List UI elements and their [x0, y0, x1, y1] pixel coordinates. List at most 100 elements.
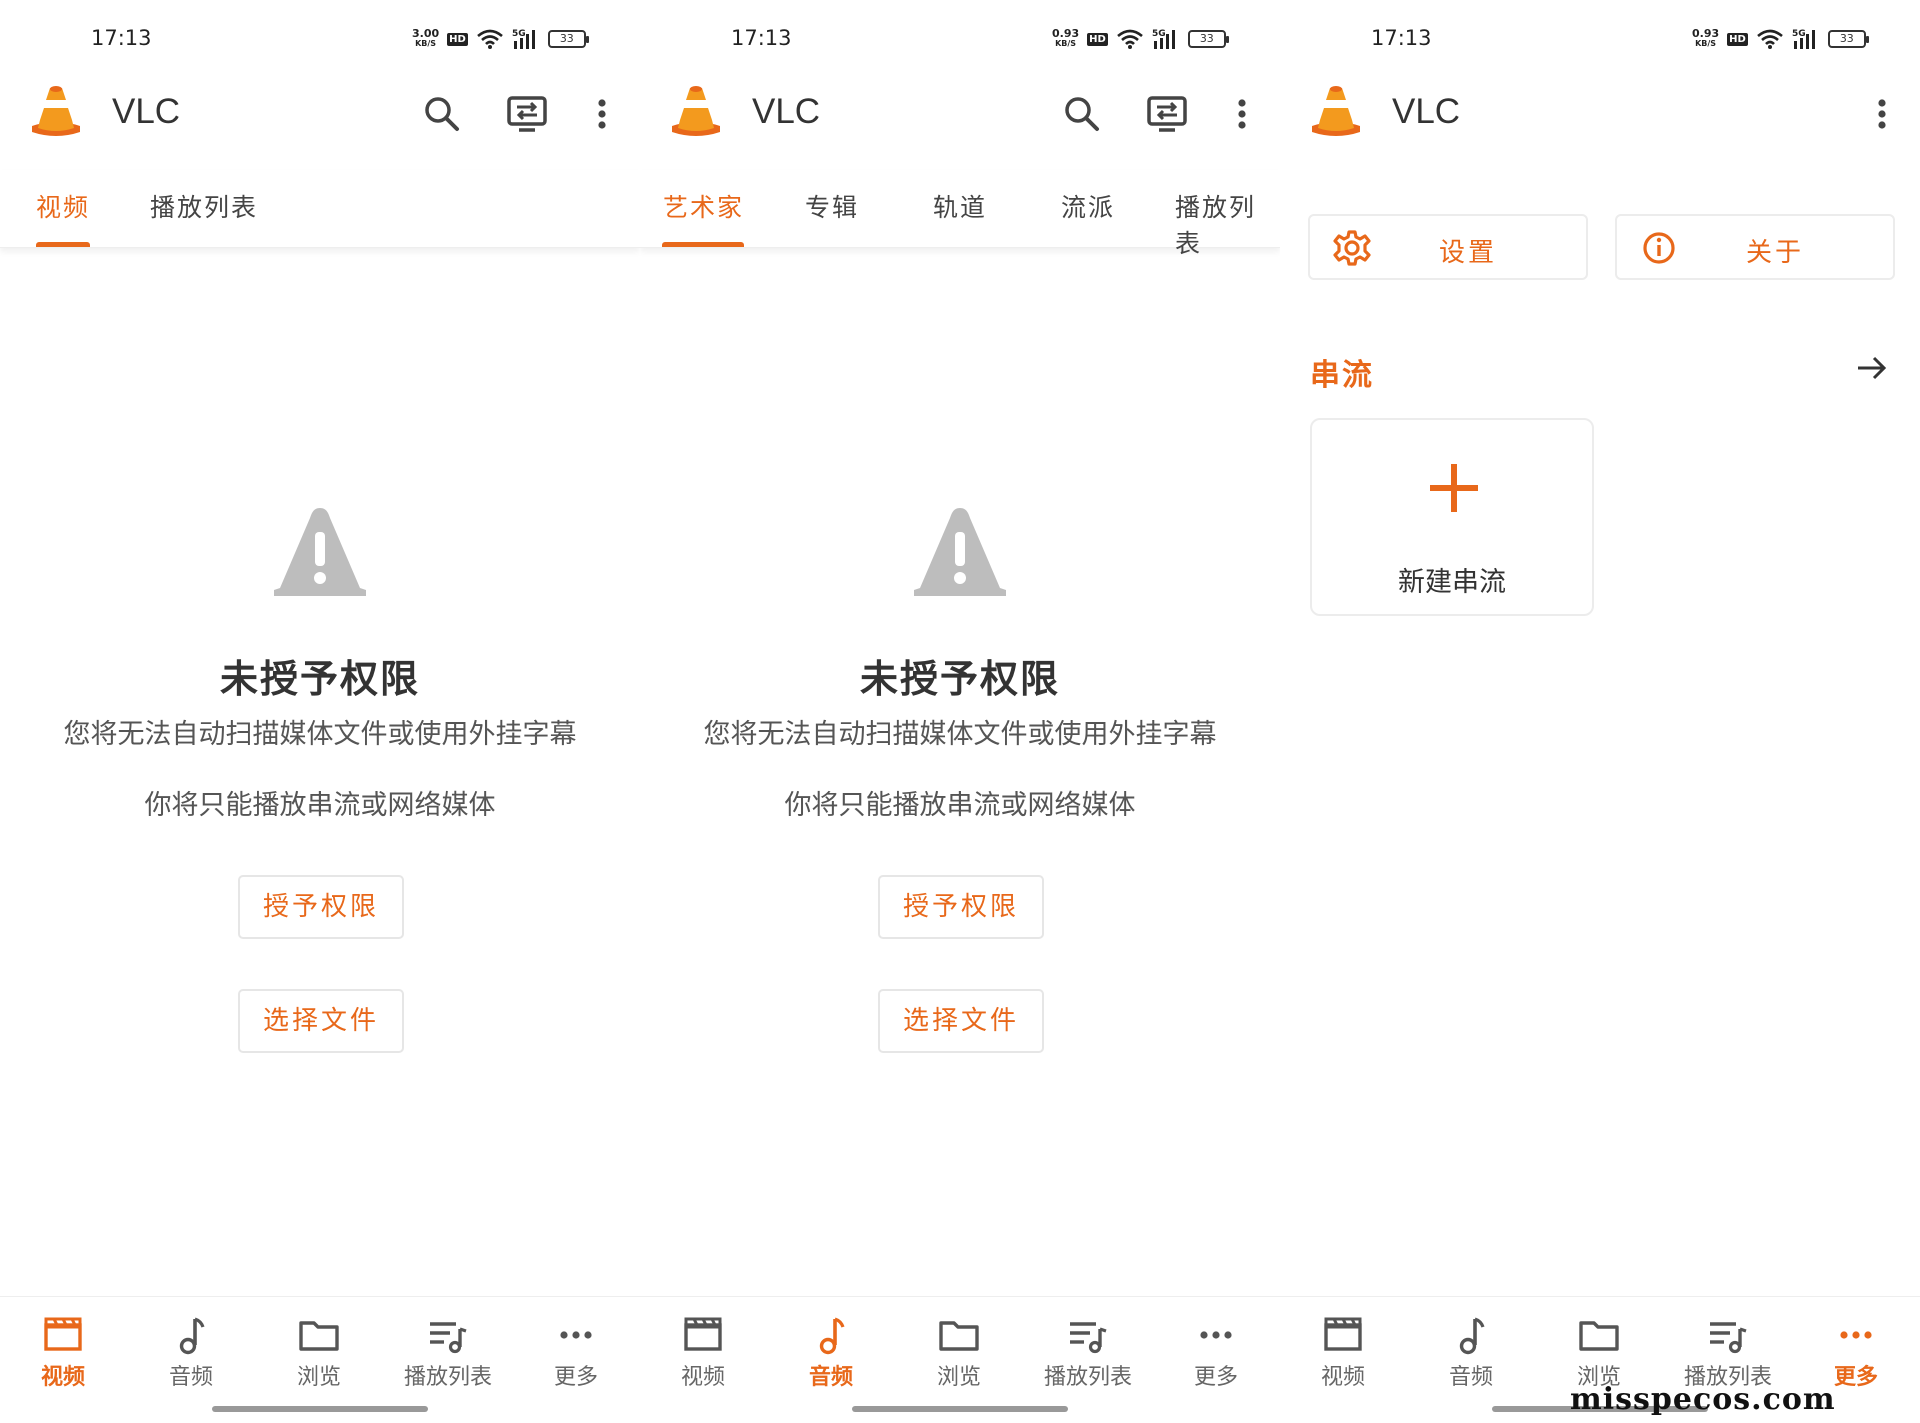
nav-label: 视频 [1320, 1365, 1365, 1390]
overflow-menu-button[interactable] [1860, 92, 1904, 136]
status-time: 17:13 [1371, 26, 1432, 50]
renderer-button[interactable] [505, 92, 549, 136]
overflow-menu-button[interactable] [580, 92, 624, 136]
tab-video[interactable]: 视频 [36, 188, 90, 224]
app-title: VLC [752, 92, 821, 131]
signal-5g-icon [512, 28, 540, 50]
nav-label: 视频 [40, 1365, 85, 1390]
app-bar: VLC [1280, 80, 1920, 148]
home-indicator[interactable] [852, 1406, 1068, 1412]
tab-playlist[interactable]: 播放列表 [150, 188, 258, 224]
renderer-icon [505, 92, 549, 136]
search-button[interactable] [1060, 92, 1104, 136]
video-icon [1321, 1315, 1365, 1355]
playlist-icon [426, 1315, 470, 1355]
warning-icon [910, 504, 1010, 600]
tab-indicator [662, 242, 744, 247]
vlc-logo-icon [1310, 82, 1362, 140]
nav-playlists[interactable]: 播放列表 [1668, 1315, 1788, 1391]
stream-section-title: 串流 [1310, 358, 1374, 393]
vlc-logo-icon [30, 82, 82, 140]
new-stream-label: 新建串流 [1398, 567, 1506, 598]
nav-video[interactable]: 视频 [643, 1315, 763, 1391]
battery-icon: 33 [1827, 30, 1869, 48]
plus-icon [1430, 464, 1478, 512]
screen-video: 17:13 3.00 KB/S HD 33 VLC 视频 播放列表 未授予权限 您… [0, 0, 640, 1423]
nav-label: 播放列表 [403, 1365, 492, 1390]
playlist-icon [1706, 1315, 1750, 1355]
nav-playlists[interactable]: 播放列表 [1028, 1315, 1148, 1391]
empty-message-secondary: 你将只能播放串流或网络媒体 [784, 790, 1136, 821]
screen-more: 17:13 0.93 KB/S HD 33 VLC 设置 关于 串流 新建串流 … [1280, 0, 1920, 1423]
nav-more[interactable]: 更多 [1796, 1315, 1916, 1391]
stream-see-all-button[interactable] [1850, 346, 1894, 390]
nav-audio[interactable]: 音频 [131, 1315, 251, 1391]
nav-video[interactable]: 视频 [3, 1315, 123, 1391]
nav-browse[interactable]: 浏览 [1539, 1315, 1659, 1391]
watermark-text: misspecos.com [1570, 1382, 1836, 1417]
more-dots-icon [554, 1315, 598, 1355]
tab-tracks[interactable]: 轨道 [933, 188, 987, 224]
settings-button[interactable]: 设置 [1308, 214, 1588, 280]
status-bar: 17:13 3.00 KB/S HD 33 [0, 26, 640, 56]
tab-genres[interactable]: 流派 [1061, 188, 1115, 224]
music-note-icon [1449, 1315, 1493, 1355]
arrow-right-icon [1858, 356, 1887, 380]
tab-bar: 艺术家 专辑 轨道 流派 播放列表 [640, 170, 1280, 258]
more-vert-icon [580, 92, 624, 136]
nav-label: 音频 [1448, 1365, 1493, 1390]
screen-audio: 17:13 0.93 KB/S HD 33 VLC 艺术家 专辑 轨道 流派 播放… [640, 0, 1280, 1423]
pick-file-button[interactable]: 选择文件 [878, 989, 1044, 1053]
video-icon [41, 1315, 85, 1355]
empty-message: 您将无法自动扫描媒体文件或使用外挂字幕 [703, 719, 1217, 750]
home-indicator[interactable] [212, 1406, 428, 1412]
more-vert-icon [1860, 92, 1904, 136]
tab-indicator [36, 242, 90, 247]
nav-more[interactable]: 更多 [1156, 1315, 1276, 1391]
folder-icon [297, 1315, 341, 1355]
folder-icon [937, 1315, 981, 1355]
status-bar: 17:13 0.93 KB/S HD 33 [1280, 26, 1920, 56]
new-stream-card[interactable]: 新建串流 [1310, 418, 1594, 616]
nav-label: 浏览 [936, 1365, 981, 1390]
search-icon [1060, 92, 1104, 136]
signal-5g-icon [1792, 28, 1820, 50]
video-icon [681, 1315, 725, 1355]
tab-artists[interactable]: 艺术家 [663, 188, 744, 224]
folder-icon [1577, 1315, 1621, 1355]
grant-permission-button[interactable]: 授予权限 [878, 875, 1044, 939]
about-button[interactable]: 关于 [1615, 214, 1895, 280]
nav-label: 视频 [680, 1365, 725, 1390]
nav-more[interactable]: 更多 [516, 1315, 636, 1391]
nav-browse[interactable]: 浏览 [899, 1315, 1019, 1391]
music-note-icon [169, 1315, 213, 1355]
renderer-button[interactable] [1145, 92, 1189, 136]
about-label: 关于 [1745, 238, 1804, 268]
nav-label: 更多 [1193, 1365, 1238, 1390]
more-dots-icon [1194, 1315, 1238, 1355]
nav-audio[interactable]: 音频 [1411, 1315, 1531, 1391]
overflow-menu-button[interactable] [1220, 92, 1264, 136]
app-title: VLC [112, 92, 181, 131]
tab-bar: 视频 播放列表 [0, 170, 640, 248]
nav-video[interactable]: 视频 [1283, 1315, 1403, 1391]
pick-file-button[interactable]: 选择文件 [238, 989, 404, 1053]
nav-label: 更多 [553, 1365, 598, 1390]
renderer-icon [1145, 92, 1189, 136]
nav-label: 音频 [168, 1365, 213, 1390]
hd-badge: HD [1087, 32, 1108, 46]
settings-label: 设置 [1438, 238, 1497, 268]
app-bar: VLC [640, 80, 1280, 148]
grant-permission-button[interactable]: 授予权限 [238, 875, 404, 939]
nav-label: 播放列表 [1043, 1365, 1132, 1390]
tab-albums[interactable]: 专辑 [805, 188, 859, 224]
nav-browse[interactable]: 浏览 [259, 1315, 379, 1391]
search-icon [420, 92, 464, 136]
bottom-nav: 视频 音频 浏览 播放列表 更多 [0, 1296, 640, 1423]
search-button[interactable] [420, 92, 464, 136]
battery-icon: 33 [547, 30, 589, 48]
nav-playlists[interactable]: 播放列表 [388, 1315, 508, 1391]
app-title: VLC [1392, 92, 1461, 131]
nav-audio[interactable]: 音频 [771, 1315, 891, 1391]
tab-playlists[interactable]: 播放列表 [1175, 188, 1280, 260]
